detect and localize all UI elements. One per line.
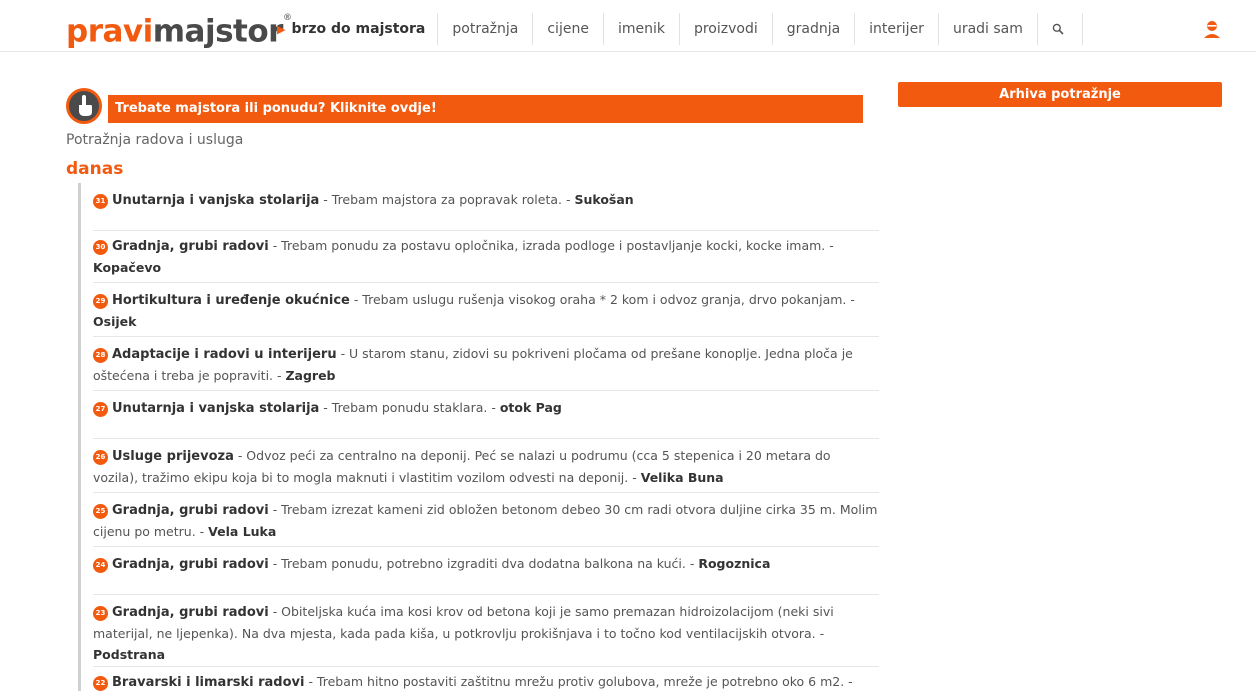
list-item[interactable]: 25 Gradnja, grubi radovi - Trebam izrezat… xyxy=(93,499,879,547)
item-text: - Trebam uslugu rušenja visokog oraha * … xyxy=(349,292,855,307)
item-text: - Trebam majstora za popravak roleta. - xyxy=(319,192,575,207)
item-category[interactable]: Unutarnja i vanjska stolarija xyxy=(112,193,319,208)
site-header: pravimajstor® ▶ brzo do majstora potražn… xyxy=(0,0,1256,52)
list-item[interactable]: 31 Unutarnja i vanjska stolarija - Trebam… xyxy=(93,189,879,231)
item-number-badge: 22 xyxy=(93,676,108,691)
section-day-heading: danas xyxy=(66,159,124,179)
list-item[interactable]: 30 Gradnja, grubi radovi - Trebam ponudu … xyxy=(93,235,879,283)
item-location: Sukošan xyxy=(574,192,634,207)
nav-cijene[interactable]: cijene xyxy=(533,13,604,45)
hand-pointer-icon[interactable] xyxy=(66,88,102,124)
item-number-badge: 29 xyxy=(93,294,108,309)
section-subtitle: Potražnja radova i usluga xyxy=(66,132,244,148)
quick-link-label: brzo do majstora xyxy=(291,21,426,37)
list-item[interactable]: 28 Adaptacije i radovi u interijeru - U s… xyxy=(93,343,879,391)
item-text: - Trebam hitno postaviti zaštitnu mrežu … xyxy=(304,674,853,689)
archive-button[interactable]: Arhiva potražnje xyxy=(898,82,1222,107)
item-category[interactable]: Gradnja, grubi radovi xyxy=(112,239,269,254)
logo-part-pravi: pravi xyxy=(66,13,153,50)
item-number-badge: 24 xyxy=(93,558,108,573)
item-location: Podstrana xyxy=(93,647,166,662)
list-item[interactable]: 22 Bravarski i limarski radovi - Trebam h… xyxy=(93,671,879,691)
nav-gradnja[interactable]: gradnja xyxy=(773,13,856,45)
list-item[interactable]: 23 Gradnja, grubi radovi - Obiteljska kuć… xyxy=(93,601,879,667)
site-logo[interactable]: pravimajstor® xyxy=(66,10,292,50)
nav-imenik[interactable]: imenik xyxy=(604,13,680,45)
triangle-right-icon: ▶ xyxy=(277,22,286,36)
item-category[interactable]: Gradnja, grubi radovi xyxy=(112,605,269,620)
list-item[interactable]: 29 Hortikultura i uređenje okućnice - Tre… xyxy=(93,289,879,337)
nav-proizvodi[interactable]: proizvodi xyxy=(680,13,773,45)
item-location: Rogoznica xyxy=(698,556,771,571)
item-number-badge: 31 xyxy=(93,194,108,209)
item-location: Velika Buna xyxy=(640,470,724,485)
item-category[interactable]: Unutarnja i vanjska stolarija xyxy=(112,401,319,416)
item-number-badge: 28 xyxy=(93,348,108,363)
item-text: - Trebam ponudu za postavu opločnika, iz… xyxy=(268,238,834,253)
item-category[interactable]: Hortikultura i uređenje okućnice xyxy=(112,293,350,308)
item-number-badge: 23 xyxy=(93,606,108,621)
nav-potraznja[interactable]: potražnja xyxy=(438,13,534,45)
search-icon[interactable] xyxy=(1038,13,1083,45)
item-text: - Trebam ponudu, potrebno izgraditi dva … xyxy=(268,556,699,571)
item-text: - Trebam ponudu staklara. - xyxy=(319,400,500,415)
list-item[interactable]: 26 Usluge prijevoza - Odvoz peći za centr… xyxy=(93,445,879,493)
logo-part-majstor: majstor xyxy=(152,13,284,50)
cta-find-craftsman-button[interactable]: Trebate majstora ili ponudu? Kliknite ov… xyxy=(108,95,863,123)
item-number-badge: 25 xyxy=(93,504,108,519)
main-nav: ▶ brzo do majstora potražnja cijene imen… xyxy=(277,13,1083,45)
item-location: otok Pag xyxy=(499,400,562,415)
nav-interijer[interactable]: interijer xyxy=(855,13,939,45)
item-location: Osijek xyxy=(93,314,137,329)
item-location: Kopačevo xyxy=(93,260,162,275)
user-icon[interactable] xyxy=(1202,19,1222,39)
list-item[interactable]: 24 Gradnja, grubi radovi - Trebam ponudu,… xyxy=(93,553,879,595)
item-category[interactable]: Adaptacije i radovi u interijeru xyxy=(112,347,337,362)
item-category[interactable]: Gradnja, grubi radovi xyxy=(112,557,269,572)
item-number-badge: 27 xyxy=(93,402,108,417)
item-location: Zagreb xyxy=(285,368,336,383)
quick-link-majstor[interactable]: ▶ brzo do majstora xyxy=(277,13,439,45)
item-category[interactable]: Usluge prijevoza xyxy=(112,449,234,464)
nav-uradi-sam[interactable]: uradi sam xyxy=(939,13,1038,45)
list-item[interactable]: 27 Unutarnja i vanjska stolarija - Trebam… xyxy=(93,397,879,439)
item-category[interactable]: Gradnja, grubi radovi xyxy=(112,503,269,518)
item-location: Vela Luka xyxy=(208,524,277,539)
item-number-badge: 26 xyxy=(93,450,108,465)
item-category[interactable]: Bravarski i limarski radovi xyxy=(112,675,304,690)
requests-list: 31 Unutarnja i vanjska stolarija - Trebam… xyxy=(78,183,879,691)
item-number-badge: 30 xyxy=(93,240,108,255)
